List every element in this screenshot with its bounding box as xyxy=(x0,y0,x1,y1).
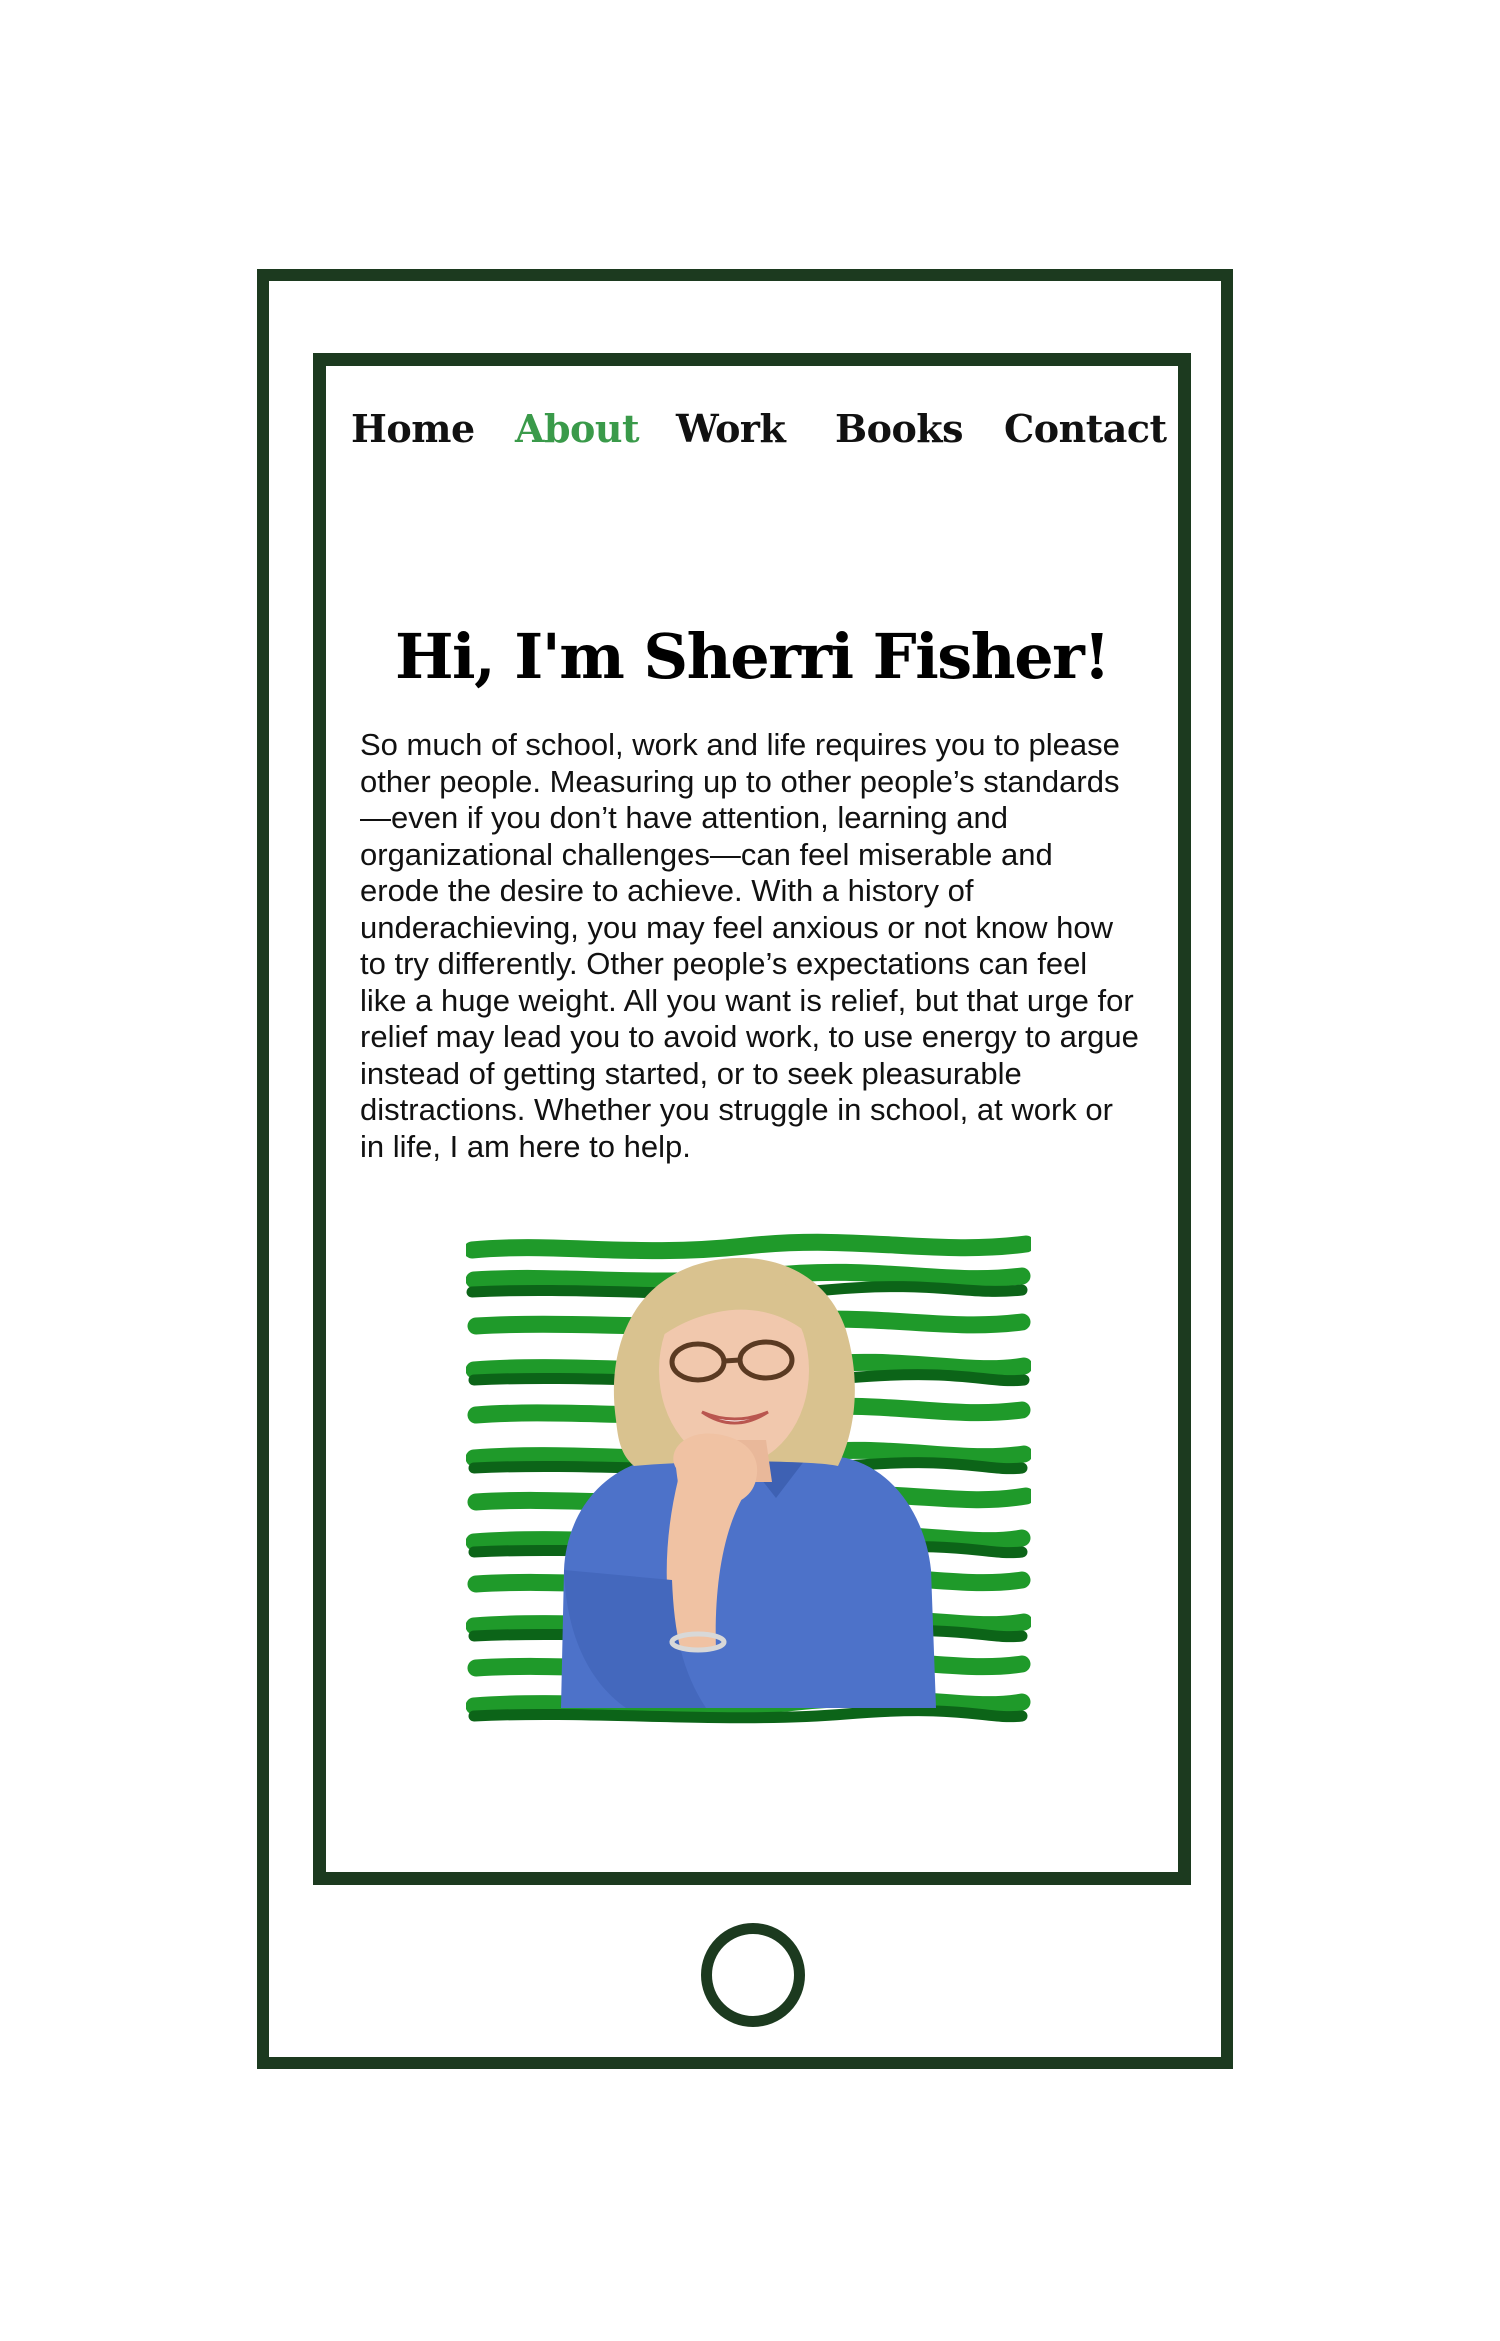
nav-item-books[interactable]: Books xyxy=(835,406,964,451)
nav-item-home[interactable]: Home xyxy=(351,406,475,451)
phone-screen: Home About Work Books Contact Hi, I'm Sh… xyxy=(313,353,1191,1885)
nav-item-contact[interactable]: Contact xyxy=(1004,406,1167,451)
page-title: Hi, I'm Sherri Fisher! xyxy=(394,620,1111,693)
nav-item-work[interactable]: Work xyxy=(676,406,786,451)
circle-home-button-icon[interactable] xyxy=(701,1923,805,2027)
intro-paragraph: So much of school, work and life require… xyxy=(360,727,1139,1164)
portrait-image xyxy=(466,1233,1031,1724)
main-nav: Home About Work Books Contact xyxy=(326,406,1178,466)
nav-item-about[interactable]: About xyxy=(515,406,640,451)
